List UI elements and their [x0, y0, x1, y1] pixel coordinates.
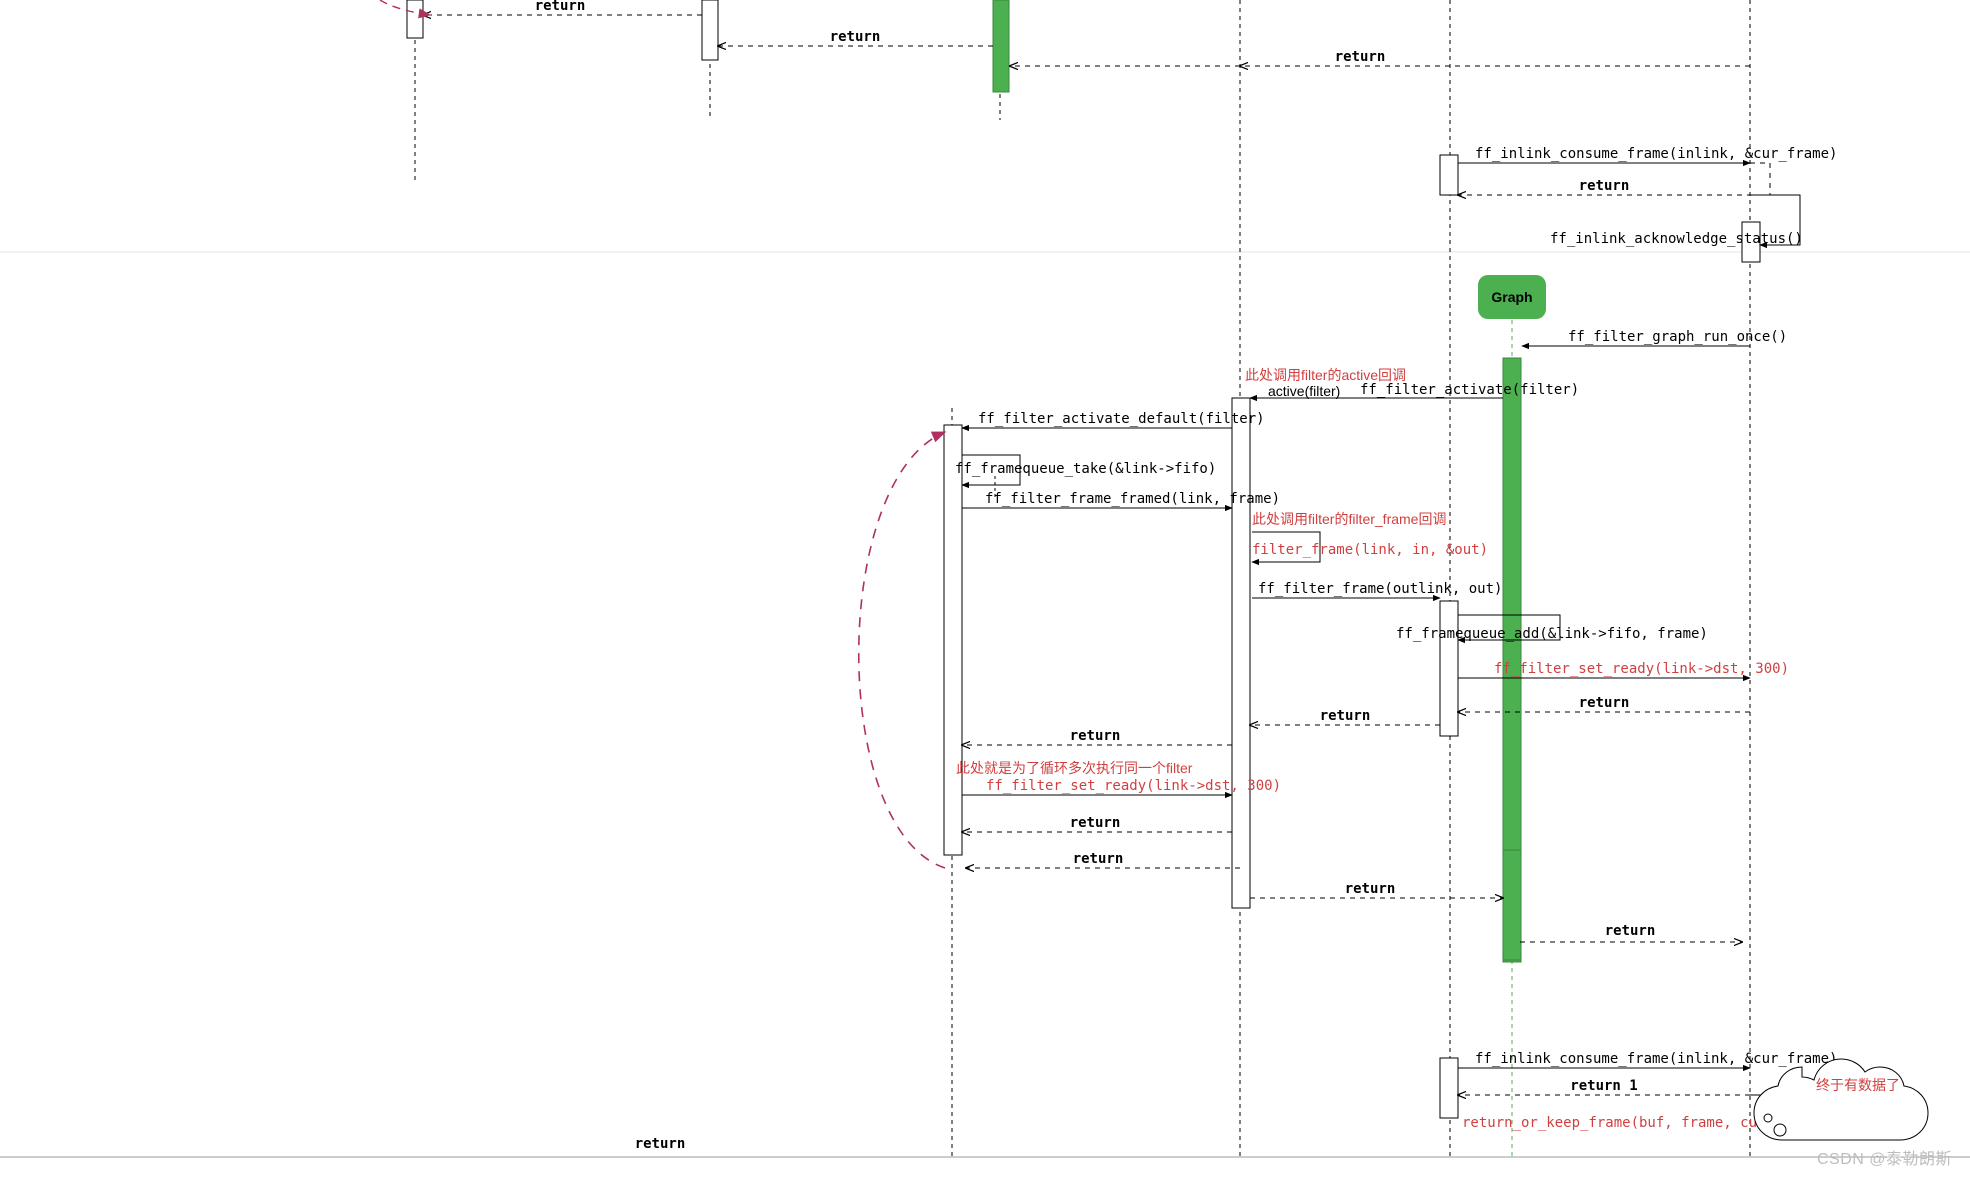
msg-filter-frame: ff_filter_frame(outlink, out) [1258, 581, 1502, 597]
msg-set-ready: ff_filter_set_ready(link->dst, 300) [1494, 661, 1789, 677]
lifelines [415, 0, 1750, 1157]
run-once: ff_filter_graph_run_once() [1522, 329, 1787, 346]
return-label: return [1579, 178, 1630, 194]
graph-label: Graph [1491, 289, 1532, 305]
sequence-diagram: return return return ff_inlink_consume_f… [0, 0, 1970, 1181]
return-label: return [1605, 923, 1656, 939]
activate-default: ff_filter_activate_default(filter) [962, 411, 1265, 428]
msg-fq-take: ff_framequeue_take(&link->fifo) [955, 461, 1216, 477]
return-label: return [1579, 695, 1630, 711]
msg-framed: ff_filter_frame_framed(link, frame) [985, 491, 1280, 507]
return-label: return [635, 1136, 686, 1152]
note-loop: 此处就是为了循环多次执行同一个filter [956, 760, 1193, 776]
active-call: 此处调用filter的active回调 active(filter) ff_fi… [1245, 367, 1579, 399]
consume-frame-1: ff_inlink_consume_frame(inlink, &cur_fra… [1458, 146, 1837, 247]
framed: ff_filter_frame_framed(link, frame) [962, 491, 1280, 508]
msg-active: active(filter) [1268, 383, 1340, 399]
msg-fq-add: ff_framequeue_add(&link->fifo, frame) [1396, 626, 1708, 642]
return-label: return [1345, 881, 1396, 897]
msg-set-ready-loop: ff_filter_set_ready(link->dst, 300) [986, 778, 1281, 794]
return-label: return [1073, 851, 1124, 867]
return-label: return [535, 0, 586, 14]
filter-frame-self: 此处调用filter的filter_frame回调 filter_frame(l… [1252, 511, 1488, 562]
loop-arc [859, 432, 945, 868]
graph-node: Graph [1478, 275, 1546, 319]
return-label: return [830, 29, 881, 45]
note-frame-callback: 此处调用filter的filter_frame回调 [1252, 511, 1446, 527]
data-cloud: 终于有数据了 [1754, 1059, 1928, 1140]
returns-mid: return return [962, 708, 1440, 745]
returns-final: return return return [966, 851, 1742, 942]
activations [407, 0, 1760, 1118]
msg-run-once: ff_filter_graph_run_once() [1568, 329, 1787, 345]
msg-consume-frame: ff_inlink_consume_frame(inlink, &cur_fra… [1475, 146, 1837, 162]
return-label: return [1070, 815, 1121, 831]
msg-activate-default: ff_filter_activate_default(filter) [978, 411, 1265, 427]
msg-filter-frame-call: filter_frame(link, in, &out) [1252, 542, 1488, 558]
note-active-callback: 此处调用filter的active回调 [1245, 367, 1406, 383]
msg-ack-status: ff_inlink_acknowledge_status() [1550, 231, 1803, 247]
return-label: return [1335, 49, 1386, 65]
msg-filter-activate: ff_filter_activate(filter) [1360, 382, 1579, 398]
return-1-label: return 1 [1570, 1078, 1637, 1094]
return-label: return [1320, 708, 1371, 724]
top-returns: return return return [380, 0, 1750, 66]
filter-frame: ff_filter_frame(outlink, out) [1252, 581, 1502, 598]
msg-consume-frame-2: ff_inlink_consume_frame(inlink, &cur_fra… [1475, 1051, 1837, 1067]
return-label: return [1070, 728, 1121, 744]
note-finally-data: 终于有数据了 [1816, 1077, 1900, 1093]
